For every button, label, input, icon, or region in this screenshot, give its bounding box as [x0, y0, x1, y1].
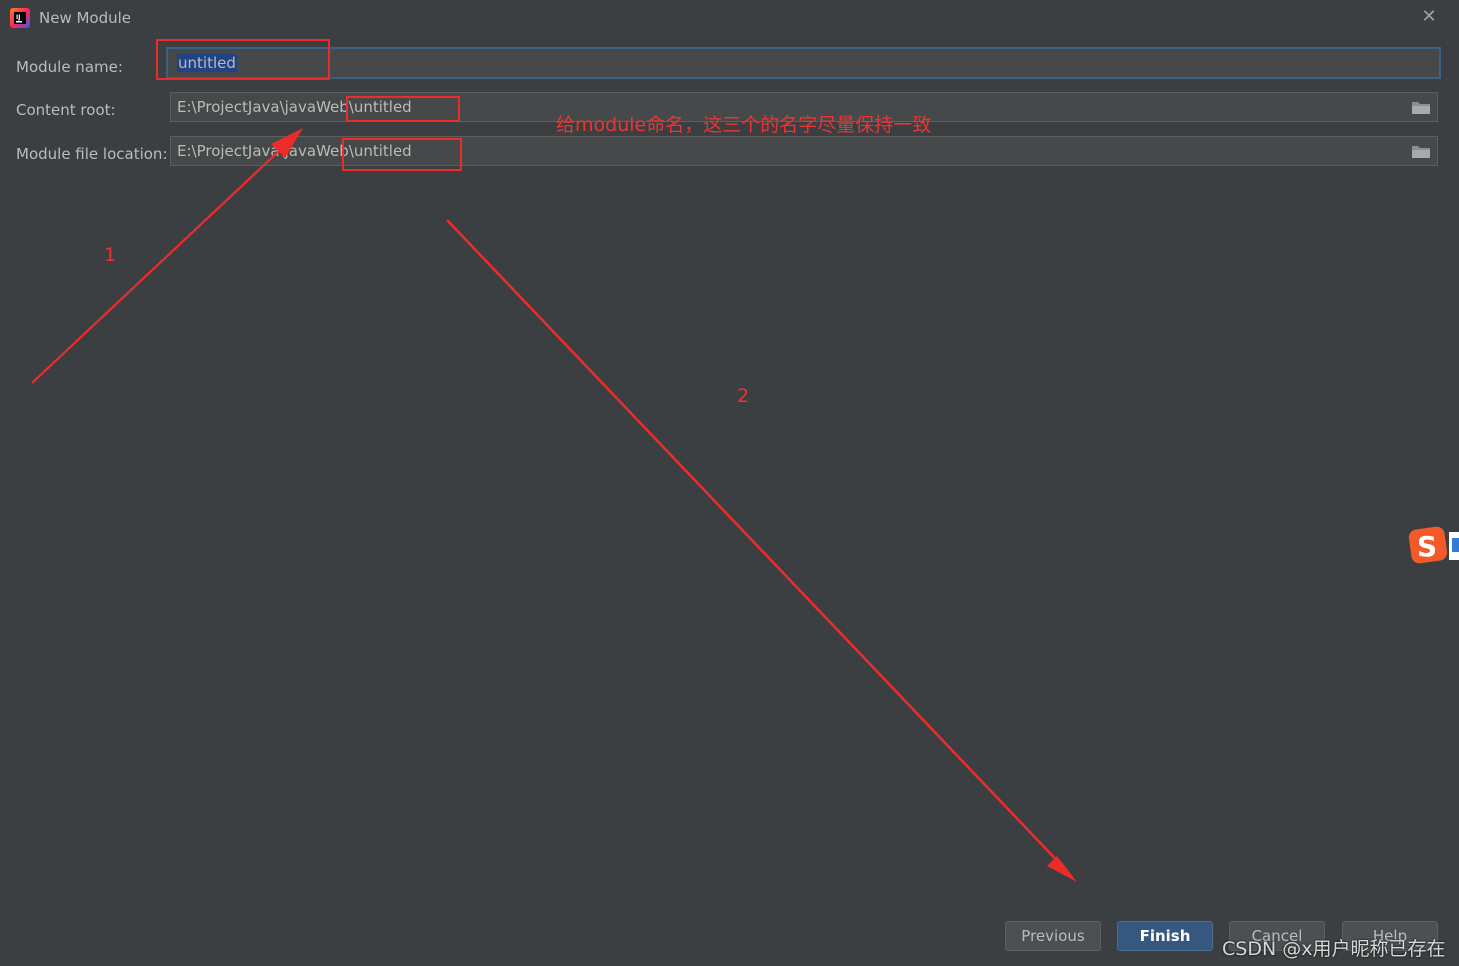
svg-text:S: S [1417, 530, 1437, 563]
sogou-ime-icon[interactable]: S [1408, 526, 1459, 564]
previous-button[interactable]: Previous [1005, 921, 1101, 951]
csdn-watermark: CSDN @x用户昵称已存在 [1222, 938, 1446, 960]
annotation-arrow-1 [31, 135, 296, 384]
annotation-arrow-2-head [1047, 856, 1077, 882]
finish-button[interactable]: Finish [1117, 921, 1213, 951]
annotation-arrow-2 [446, 219, 1069, 873]
annotation-arrows [31, 128, 1077, 882]
